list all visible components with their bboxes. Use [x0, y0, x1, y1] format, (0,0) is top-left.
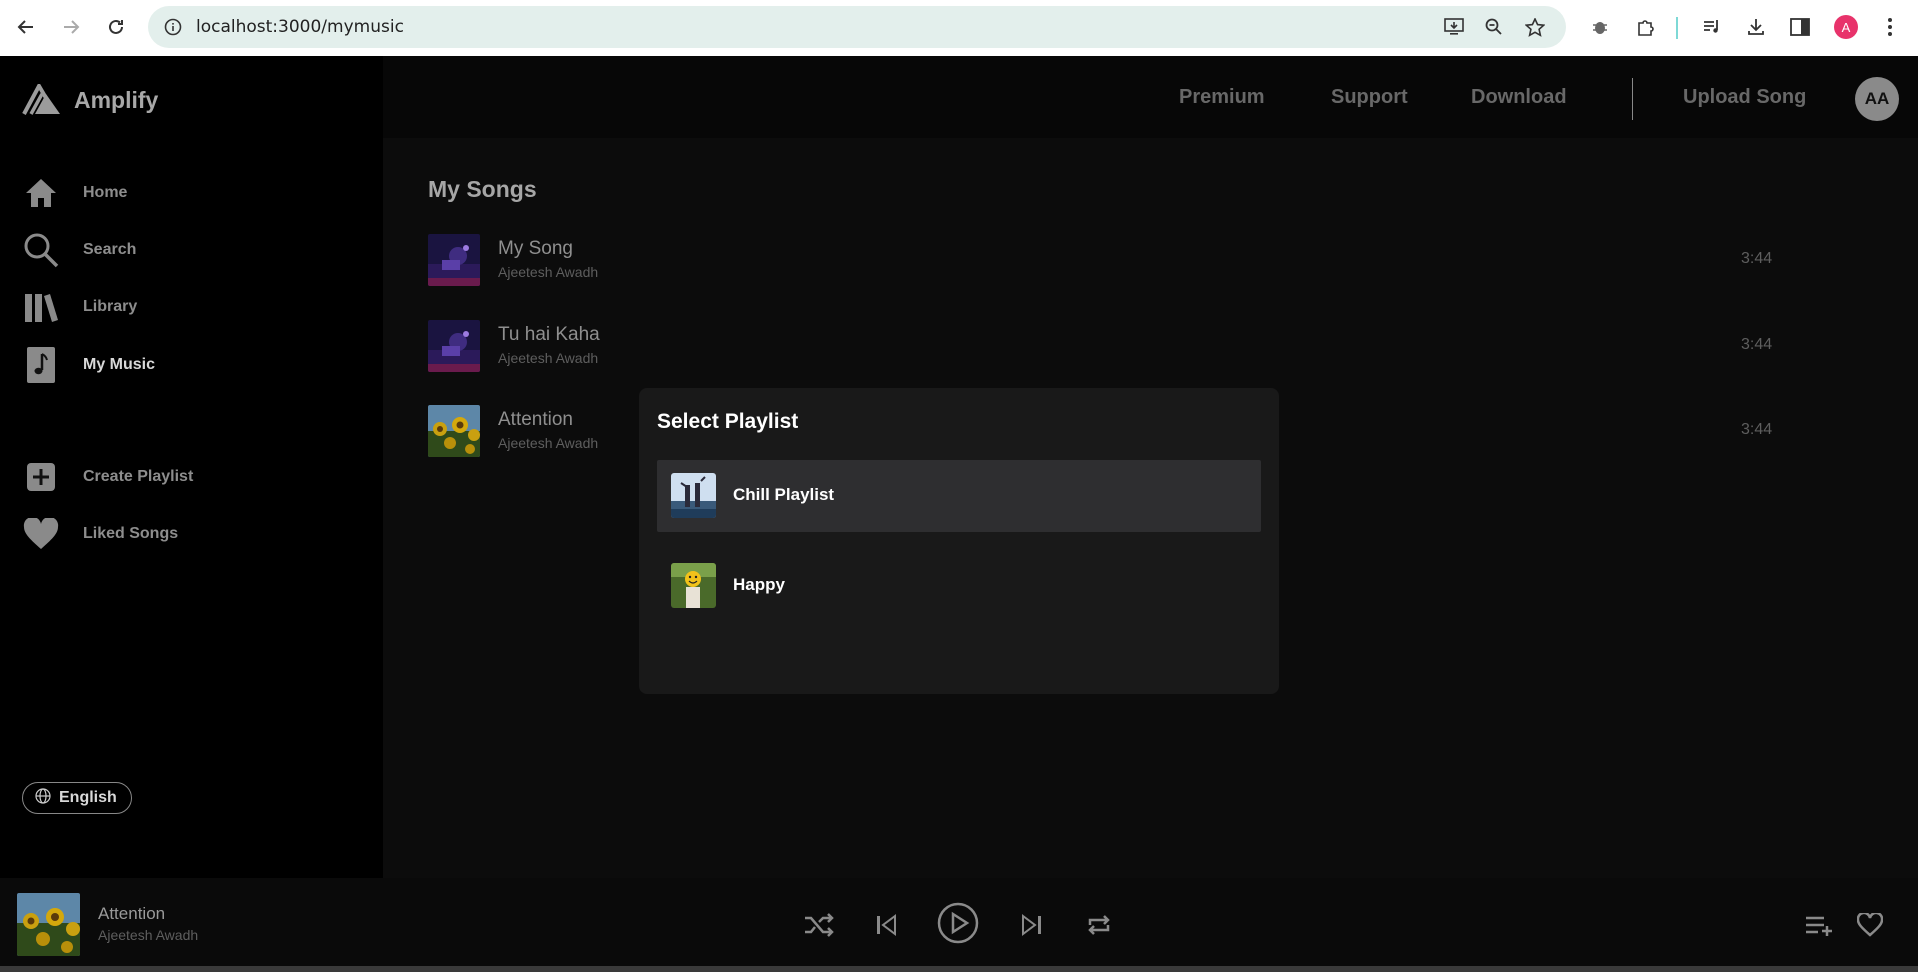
repeat-icon[interactable] [1085, 910, 1113, 940]
add-to-queue-icon[interactable] [1804, 910, 1834, 940]
song-artist: Ajeetesh Awadh [498, 435, 599, 451]
song-row[interactable]: Tu hai Kaha Ajeetesh Awadh 3:44 [428, 320, 1778, 374]
profile-avatar[interactable]: A [1834, 15, 1858, 39]
toolbar-separator [1676, 17, 1678, 39]
bookmark-star-icon[interactable] [1524, 17, 1546, 41]
song-cover-art [428, 234, 480, 286]
language-label: English [59, 789, 117, 806]
playlist-name: Happy [733, 575, 785, 594]
create-playlist-button[interactable]: Create Playlist [22, 457, 193, 497]
now-playing-artist: Ajeetesh Awadh [98, 927, 199, 943]
home-icon [22, 174, 60, 212]
app-name: Amplify [74, 86, 159, 113]
side-panel-icon[interactable] [1788, 15, 1812, 39]
language-button[interactable]: English [22, 782, 132, 814]
now-playing-title: Attention [98, 904, 166, 923]
like-heart-icon[interactable] [1855, 910, 1885, 940]
song-duration: 3:44 [1741, 336, 1773, 353]
sidebar-item-home[interactable]: Home [22, 173, 127, 213]
heart-icon [22, 515, 60, 553]
navbar-divider [1632, 78, 1633, 120]
sidebar-item-label: Search [83, 241, 137, 258]
previous-track-icon[interactable] [874, 910, 898, 940]
back-arrow-icon[interactable] [14, 15, 38, 39]
playlist-name: Chill Playlist [733, 485, 835, 504]
profile-initial: A [1834, 15, 1858, 39]
modal-title: Select Playlist [657, 410, 799, 433]
page-title: My Songs [428, 176, 537, 202]
amplify-logo-icon [22, 84, 60, 115]
song-cover-art [428, 320, 480, 372]
song-artist: Ajeetesh Awadh [498, 350, 599, 366]
sidebar-item-search[interactable]: Search [22, 230, 136, 270]
music-note-icon [22, 346, 60, 384]
sidebar-item-label: Library [83, 298, 138, 315]
play-button[interactable] [937, 902, 979, 944]
liked-songs-label: Liked Songs [83, 525, 179, 542]
create-playlist-label: Create Playlist [83, 468, 194, 485]
song-cover-art [428, 405, 480, 457]
browser-menu-icon[interactable] [1878, 15, 1902, 39]
url-text: localhost:3000/mymusic [196, 17, 404, 37]
globe-icon [35, 787, 51, 809]
next-track-icon[interactable] [1020, 910, 1044, 940]
reload-icon[interactable] [104, 15, 128, 39]
zoom-icon[interactable] [1485, 18, 1503, 40]
playlist-option-happy[interactable]: Happy [657, 550, 1261, 622]
library-icon [22, 288, 60, 326]
sidebar: Amplify Home Search Library My Music Cre… [0, 56, 383, 878]
playlist-option-chill[interactable]: Chill Playlist [657, 460, 1261, 532]
sidebar-item-my-music[interactable]: My Music [22, 345, 155, 385]
install-app-icon[interactable] [1444, 18, 1464, 40]
extensions-puzzle-icon[interactable] [1634, 15, 1658, 39]
song-title: My Song [498, 238, 573, 259]
user-avatar[interactable]: AA [1855, 77, 1899, 121]
media-control-icon[interactable] [1700, 15, 1724, 39]
song-row[interactable]: My Song Ajeetesh Awadh 3:44 [428, 234, 1778, 288]
sidebar-item-label: My Music [83, 356, 156, 373]
downloads-icon[interactable] [1744, 15, 1768, 39]
window-bottom-edge [0, 966, 1918, 972]
sidebar-item-label: Home [83, 184, 128, 201]
song-title: Attention [498, 409, 573, 430]
plus-square-icon [22, 458, 60, 496]
search-icon [22, 231, 60, 269]
song-duration: 3:44 [1741, 250, 1773, 267]
address-bar[interactable]: localhost:3000/mymusic [148, 6, 1566, 48]
extension-bug-icon[interactable] [1588, 15, 1612, 39]
support-link[interactable]: Support [1331, 86, 1408, 109]
site-info-icon[interactable] [164, 18, 182, 40]
player-bar: Attention Ajeetesh Awadh [0, 878, 1918, 972]
premium-link[interactable]: Premium [1179, 86, 1265, 109]
song-artist: Ajeetesh Awadh [498, 264, 599, 280]
now-playing-cover-art [17, 893, 80, 956]
playlist-cover-art [671, 473, 716, 518]
upload-song-button[interactable]: Upload Song [1683, 86, 1806, 109]
shuffle-icon[interactable] [803, 910, 835, 940]
app-root: Amplify Home Search Library My Music Cre… [0, 56, 1918, 972]
browser-toolbar: localhost:3000/mymusic A [0, 0, 1918, 56]
select-playlist-modal: Select Playlist Chill Playlist Happy [639, 388, 1279, 694]
app-logo[interactable]: Amplify [22, 84, 158, 116]
forward-arrow-icon[interactable] [59, 15, 83, 39]
song-duration: 3:44 [1741, 421, 1773, 438]
song-title: Tu hai Kaha [498, 324, 600, 345]
download-link[interactable]: Download [1471, 86, 1567, 109]
liked-songs-button[interactable]: Liked Songs [22, 514, 178, 554]
playlist-cover-art [671, 563, 716, 608]
sidebar-item-library[interactable]: Library [22, 287, 137, 327]
